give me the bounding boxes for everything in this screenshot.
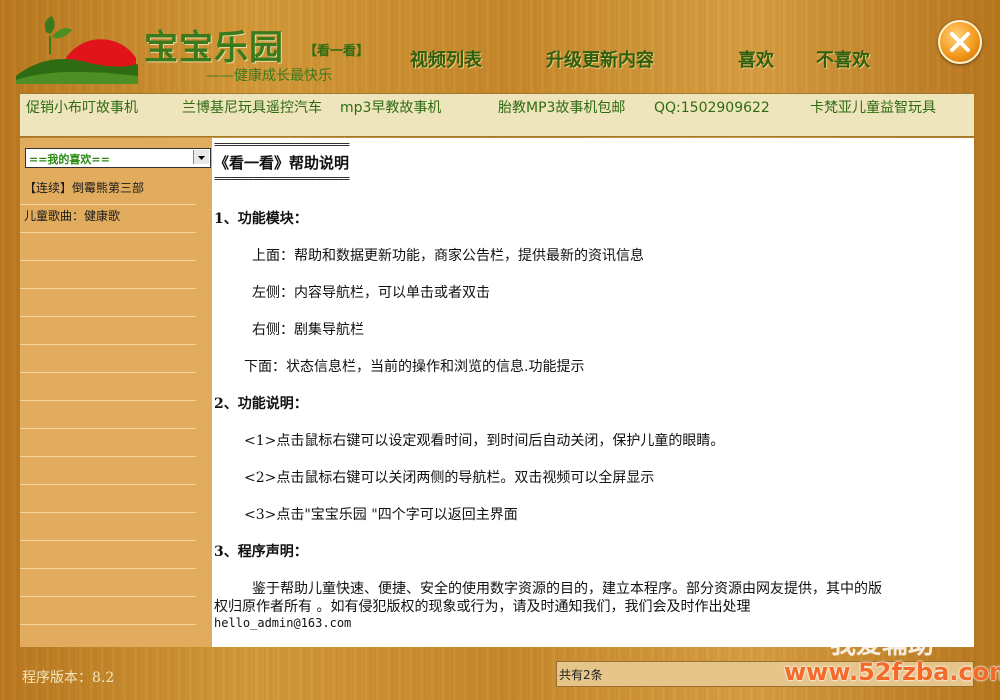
list-item-empty[interactable] xyxy=(20,429,196,457)
ad-link[interactable]: 兰博基尼玩具遥控汽车 xyxy=(182,100,332,117)
list-item[interactable]: 【连续】倒霉熊第三部 xyxy=(20,177,196,205)
list-item-empty[interactable] xyxy=(20,457,196,485)
section-text: 权归原作者所有 。如有侵犯版权的现象或行为，请及时通知我们，我们会及时作出处理 xyxy=(214,599,751,615)
list-item-empty[interactable] xyxy=(20,233,196,261)
ad-link[interactable]: mp3早教故事机 xyxy=(340,100,441,117)
list-item-empty[interactable] xyxy=(20,401,196,429)
list-item-empty[interactable] xyxy=(20,597,196,625)
brand-tag: 【看一看】 xyxy=(304,44,370,59)
section-text: 右侧：剧集导航栏 xyxy=(252,322,364,338)
item-count: 共有2条 xyxy=(559,668,603,682)
sun-hill-logo-icon xyxy=(16,16,138,84)
favorites-list: 【连续】倒霉熊第三部 儿童歌曲：健康歌 xyxy=(20,177,196,625)
nav-update[interactable]: 升级更新内容 xyxy=(546,46,654,72)
contact-email: hello_admin@163.com xyxy=(214,616,352,630)
close-button[interactable] xyxy=(938,20,982,64)
help-content: ======================== 《看一看》帮助说明 =====… xyxy=(212,138,974,647)
page-title: 《看一看》帮助说明 xyxy=(214,154,350,172)
list-item-empty[interactable] xyxy=(20,317,196,345)
list-item-empty[interactable] xyxy=(20,373,196,401)
list-item-empty[interactable] xyxy=(20,541,196,569)
sidebar: ==我的喜欢== 【连续】倒霉熊第三部 儿童歌曲：健康歌 xyxy=(20,138,230,647)
divider-bottom: ======================== xyxy=(214,172,350,185)
section-text: 左侧：内容导航栏，可以单击或者双击 xyxy=(252,285,490,301)
section-text: 上面：帮助和数据更新功能，商家公告栏，提供最新的资讯信息 xyxy=(252,248,644,264)
list-item-empty[interactable] xyxy=(20,289,196,317)
version-label: 程序版本：8.2 xyxy=(22,670,115,686)
list-item[interactable]: 儿童歌曲：健康歌 xyxy=(20,205,196,233)
section-heading: 1、功能模块： xyxy=(214,211,308,227)
chevron-down-icon xyxy=(198,156,205,160)
section-text: <3>点击"宝宝乐园 "四个字可以返回主界面 xyxy=(244,507,518,523)
list-item-empty[interactable] xyxy=(20,345,196,373)
nav-like[interactable]: 喜欢 xyxy=(738,46,774,72)
favorites-dropdown[interactable]: ==我的喜欢== xyxy=(25,148,211,168)
list-item-empty[interactable] xyxy=(20,261,196,289)
list-item-empty[interactable] xyxy=(20,513,196,541)
ad-bar: 促销小布叮故事机 兰博基尼玩具遥控汽车 mp3早教故事机 胎教MP3故事机包邮 … xyxy=(20,93,974,137)
watermark-url: www.52fzba.com xyxy=(784,658,1000,686)
ad-link[interactable]: QQ:1502909622 xyxy=(654,100,770,117)
nav-video-list[interactable]: 视频列表 xyxy=(410,46,482,72)
watermark-text: 我爱辅助 xyxy=(830,630,935,660)
section-heading: 3、程序声明： xyxy=(214,544,308,560)
list-item-empty[interactable] xyxy=(20,569,196,597)
ad-link[interactable]: 促销小布叮故事机 xyxy=(26,100,138,117)
section-text: 下面：状态信息栏，当前的操作和浏览的信息.功能提示 xyxy=(244,359,585,375)
slogan: ——健康成长最快乐 xyxy=(206,68,332,84)
dropdown-value: ==我的喜欢== xyxy=(29,153,110,166)
dropdown-button[interactable] xyxy=(193,150,209,164)
section-heading: 2、功能说明： xyxy=(214,396,308,412)
section-text: <2>点击鼠标右键可以关闭两侧的导航栏。双击视频可以全屏显示 xyxy=(244,470,655,486)
nav-dislike[interactable]: 不喜欢 xyxy=(816,46,870,72)
list-item-empty[interactable] xyxy=(20,485,196,513)
ad-link[interactable]: 卡梵亚儿童益智玩具 xyxy=(810,100,936,117)
ad-link[interactable]: 胎教MP3故事机包邮 xyxy=(498,100,625,117)
section-text: <1>点击鼠标右键可以设定观看时间，到时间后自动关闭，保护儿童的眼睛。 xyxy=(244,433,725,449)
brand-title[interactable]: 宝宝乐园 xyxy=(144,20,284,69)
logo xyxy=(16,14,138,84)
close-icon xyxy=(950,32,970,52)
section-text: 鉴于帮助儿童快速、便捷、安全的使用数字资源的目的，建立本程序。部分资源由网友提供… xyxy=(252,581,882,597)
divider-top: ======================== xyxy=(214,138,350,151)
